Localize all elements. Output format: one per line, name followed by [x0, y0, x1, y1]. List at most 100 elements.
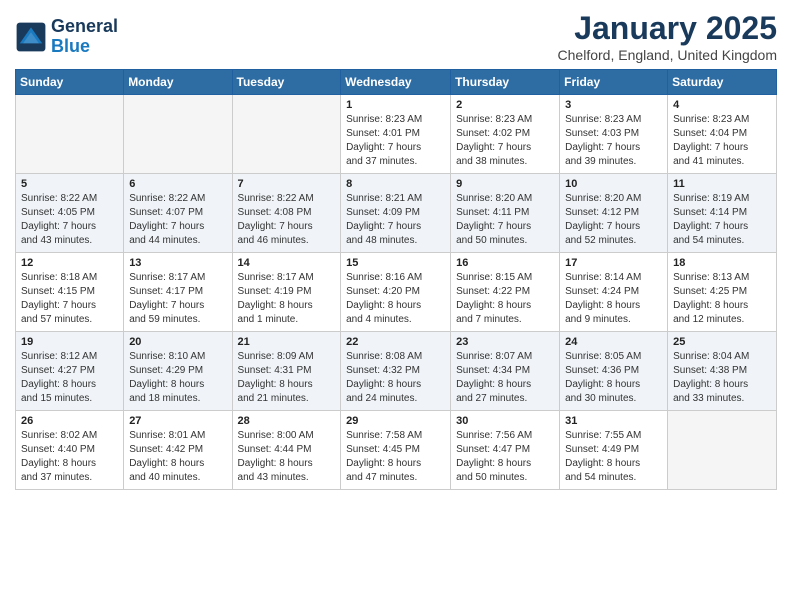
day-number: 10	[565, 178, 662, 190]
page: General Blue January 2025 Chelford, Engl…	[0, 0, 792, 505]
day-info: Sunrise: 8:15 AM Sunset: 4:22 PM Dayligh…	[456, 271, 554, 327]
day-number: 15	[346, 257, 445, 269]
day-info: Sunrise: 8:23 AM Sunset: 4:03 PM Dayligh…	[565, 113, 662, 169]
calendar-cell: 13 Sunrise: 8:17 AM Sunset: 4:17 PM Dayli…	[124, 253, 232, 332]
day-info: Sunrise: 8:04 AM Sunset: 4:38 PM Dayligh…	[673, 350, 771, 406]
day-number: 5	[21, 178, 118, 190]
calendar-week-1: 1 Sunrise: 8:23 AM Sunset: 4:01 PM Daylig…	[16, 95, 777, 174]
day-info: Sunrise: 8:22 AM Sunset: 4:07 PM Dayligh…	[129, 192, 226, 248]
day-info: Sunrise: 8:17 AM Sunset: 4:17 PM Dayligh…	[129, 271, 226, 327]
weekday-header-tuesday: Tuesday	[232, 70, 341, 95]
day-number: 6	[129, 178, 226, 190]
calendar-cell: 11 Sunrise: 8:19 AM Sunset: 4:14 PM Dayli…	[668, 174, 777, 253]
day-number: 26	[21, 415, 118, 427]
day-info: Sunrise: 8:20 AM Sunset: 4:12 PM Dayligh…	[565, 192, 662, 248]
calendar-cell: 29 Sunrise: 7:58 AM Sunset: 4:45 PM Dayli…	[341, 411, 451, 490]
day-info: Sunrise: 8:00 AM Sunset: 4:44 PM Dayligh…	[238, 429, 336, 485]
calendar-week-3: 12Sunrise: 8:18 AM Sunset: 4:15 PM Dayli…	[16, 253, 777, 332]
calendar-cell: 23 Sunrise: 8:07 AM Sunset: 4:34 PM Dayli…	[451, 332, 560, 411]
day-number: 8	[346, 178, 445, 190]
day-info: Sunrise: 8:12 AM Sunset: 4:27 PM Dayligh…	[21, 350, 118, 406]
calendar-week-5: 26Sunrise: 8:02 AM Sunset: 4:40 PM Dayli…	[16, 411, 777, 490]
weekday-header-thursday: Thursday	[451, 70, 560, 95]
day-number: 28	[238, 415, 336, 427]
calendar-cell: 25 Sunrise: 8:04 AM Sunset: 4:38 PM Dayli…	[668, 332, 777, 411]
logo-icon	[15, 21, 47, 53]
day-info: Sunrise: 7:56 AM Sunset: 4:47 PM Dayligh…	[456, 429, 554, 485]
calendar-cell: 9Sunrise: 8:20 AM Sunset: 4:11 PM Daylig…	[451, 174, 560, 253]
month-title: January 2025	[558, 10, 777, 47]
day-info: Sunrise: 8:21 AM Sunset: 4:09 PM Dayligh…	[346, 192, 445, 248]
day-number: 17	[565, 257, 662, 269]
day-number: 31	[565, 415, 662, 427]
day-number: 22	[346, 336, 445, 348]
calendar-cell: 30 Sunrise: 7:56 AM Sunset: 4:47 PM Dayli…	[451, 411, 560, 490]
calendar-cell	[16, 95, 124, 174]
calendar-cell: 1 Sunrise: 8:23 AM Sunset: 4:01 PM Daylig…	[341, 95, 451, 174]
calendar-cell	[124, 95, 232, 174]
day-number: 7	[238, 178, 336, 190]
day-info: Sunrise: 8:01 AM Sunset: 4:42 PM Dayligh…	[129, 429, 226, 485]
calendar-cell: 7Sunrise: 8:22 AM Sunset: 4:08 PM Daylig…	[232, 174, 341, 253]
day-number: 29	[346, 415, 445, 427]
calendar-cell: 19 Sunrise: 8:12 AM Sunset: 4:27 PM Dayli…	[16, 332, 124, 411]
header: General Blue January 2025 Chelford, Engl…	[15, 10, 777, 63]
day-number: 13	[129, 257, 226, 269]
calendar-cell: 20 Sunrise: 8:10 AM Sunset: 4:29 PM Dayli…	[124, 332, 232, 411]
logo-line1: General	[51, 17, 118, 37]
day-number: 14	[238, 257, 336, 269]
day-info: Sunrise: 8:19 AM Sunset: 4:14 PM Dayligh…	[673, 192, 771, 248]
day-info: Sunrise: 7:55 AM Sunset: 4:49 PM Dayligh…	[565, 429, 662, 485]
location: Chelford, England, United Kingdom	[558, 47, 777, 63]
day-info: Sunrise: 7:58 AM Sunset: 4:45 PM Dayligh…	[346, 429, 445, 485]
day-number: 20	[129, 336, 226, 348]
title-block: January 2025 Chelford, England, United K…	[558, 10, 777, 63]
day-info: Sunrise: 8:05 AM Sunset: 4:36 PM Dayligh…	[565, 350, 662, 406]
calendar-cell: 6 Sunrise: 8:22 AM Sunset: 4:07 PM Daylig…	[124, 174, 232, 253]
calendar: SundayMondayTuesdayWednesdayThursdayFrid…	[15, 69, 777, 490]
calendar-cell: 24 Sunrise: 8:05 AM Sunset: 4:36 PM Dayli…	[560, 332, 668, 411]
calendar-cell: 31 Sunrise: 7:55 AM Sunset: 4:49 PM Dayli…	[560, 411, 668, 490]
day-number: 25	[673, 336, 771, 348]
day-info: Sunrise: 8:18 AM Sunset: 4:15 PM Dayligh…	[21, 271, 118, 327]
day-number: 30	[456, 415, 554, 427]
calendar-cell: 28 Sunrise: 8:00 AM Sunset: 4:44 PM Dayli…	[232, 411, 341, 490]
calendar-cell: 12Sunrise: 8:18 AM Sunset: 4:15 PM Dayli…	[16, 253, 124, 332]
calendar-cell: 10 Sunrise: 8:20 AM Sunset: 4:12 PM Dayli…	[560, 174, 668, 253]
day-number: 23	[456, 336, 554, 348]
day-number: 11	[673, 178, 771, 190]
calendar-cell: 15 Sunrise: 8:16 AM Sunset: 4:20 PM Dayli…	[341, 253, 451, 332]
day-info: Sunrise: 8:23 AM Sunset: 4:02 PM Dayligh…	[456, 113, 554, 169]
day-number: 19	[21, 336, 118, 348]
calendar-cell: 27 Sunrise: 8:01 AM Sunset: 4:42 PM Dayli…	[124, 411, 232, 490]
weekday-header-sunday: Sunday	[16, 70, 124, 95]
day-number: 2	[456, 99, 554, 111]
calendar-cell: 21Sunrise: 8:09 AM Sunset: 4:31 PM Dayli…	[232, 332, 341, 411]
day-info: Sunrise: 8:23 AM Sunset: 4:01 PM Dayligh…	[346, 113, 445, 169]
day-number: 21	[238, 336, 336, 348]
logo: General Blue	[15, 17, 118, 57]
weekday-header-saturday: Saturday	[668, 70, 777, 95]
day-info: Sunrise: 8:16 AM Sunset: 4:20 PM Dayligh…	[346, 271, 445, 327]
day-number: 24	[565, 336, 662, 348]
day-number: 27	[129, 415, 226, 427]
logo-line2: Blue	[51, 37, 118, 57]
calendar-cell: 26Sunrise: 8:02 AM Sunset: 4:40 PM Dayli…	[16, 411, 124, 490]
day-info: Sunrise: 8:07 AM Sunset: 4:34 PM Dayligh…	[456, 350, 554, 406]
calendar-cell: 17Sunrise: 8:14 AM Sunset: 4:24 PM Dayli…	[560, 253, 668, 332]
calendar-cell: 5 Sunrise: 8:22 AM Sunset: 4:05 PM Daylig…	[16, 174, 124, 253]
day-number: 18	[673, 257, 771, 269]
calendar-week-2: 5 Sunrise: 8:22 AM Sunset: 4:05 PM Daylig…	[16, 174, 777, 253]
day-info: Sunrise: 8:10 AM Sunset: 4:29 PM Dayligh…	[129, 350, 226, 406]
day-info: Sunrise: 8:22 AM Sunset: 4:05 PM Dayligh…	[21, 192, 118, 248]
day-number: 16	[456, 257, 554, 269]
calendar-cell: 22Sunrise: 8:08 AM Sunset: 4:32 PM Dayli…	[341, 332, 451, 411]
day-number: 1	[346, 99, 445, 111]
calendar-cell: 3Sunrise: 8:23 AM Sunset: 4:03 PM Daylig…	[560, 95, 668, 174]
day-info: Sunrise: 8:17 AM Sunset: 4:19 PM Dayligh…	[238, 271, 336, 327]
day-info: Sunrise: 8:20 AM Sunset: 4:11 PM Dayligh…	[456, 192, 554, 248]
calendar-cell: 8 Sunrise: 8:21 AM Sunset: 4:09 PM Daylig…	[341, 174, 451, 253]
weekday-header-friday: Friday	[560, 70, 668, 95]
weekday-header-row: SundayMondayTuesdayWednesdayThursdayFrid…	[16, 70, 777, 95]
day-number: 4	[673, 99, 771, 111]
